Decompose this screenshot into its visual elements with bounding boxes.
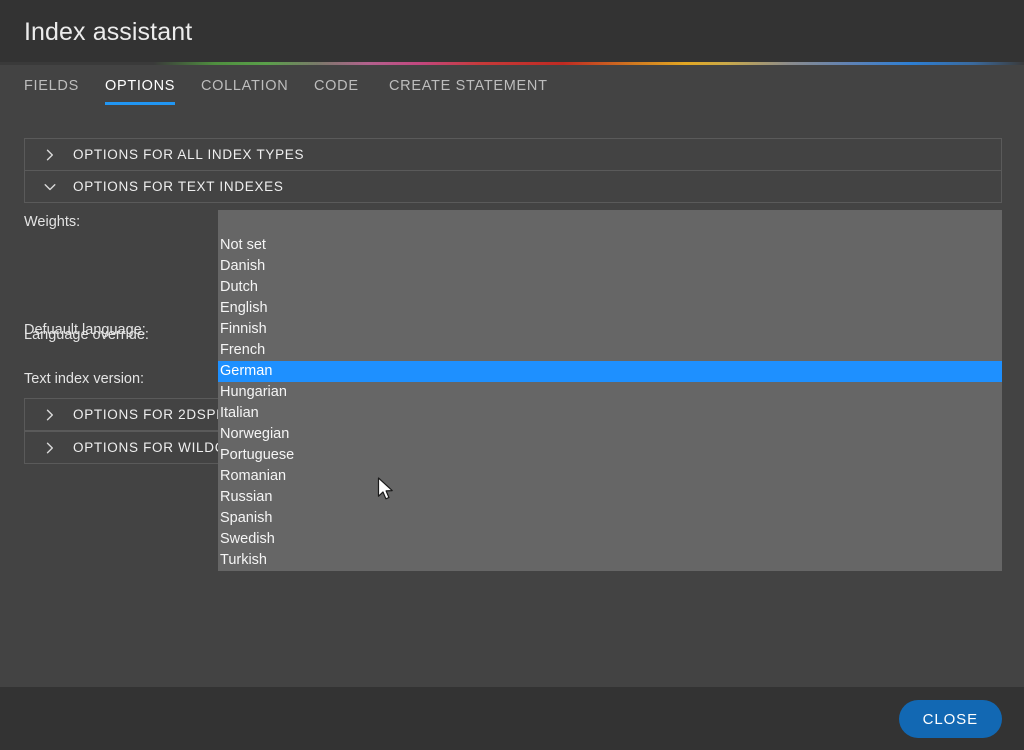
dropdown-option[interactable]: Romanian [218, 466, 1002, 487]
dropdown-option[interactable]: Turkish [218, 550, 1002, 571]
default-language-dropdown-list[interactable]: Not set Danish Dutch English Finnish French Ge… [218, 234, 1002, 571]
tab-create-statement[interactable]: CREATE STATEMENT [389, 78, 548, 105]
accordion-label: OPTIONS FOR TEXT INDEXES [73, 179, 284, 194]
text-index-version-label: Text index version: [24, 371, 145, 387]
dialog-footer: CLOSE [0, 687, 1024, 750]
dropdown-option[interactable]: Norwegian [218, 424, 1002, 445]
chevron-right-icon [43, 441, 57, 455]
tab-code[interactable]: CODE [314, 78, 359, 105]
dropdown-option[interactable]: Dutch [218, 277, 1002, 298]
tab-collation[interactable]: COLLATION [201, 78, 288, 105]
chevron-right-icon [43, 408, 57, 422]
accordion-options-for-all-index-types[interactable]: OPTIONS FOR ALL INDEX TYPES [24, 138, 1002, 171]
tab-active-indicator [105, 102, 176, 105]
tab-options[interactable]: OPTIONS [105, 78, 176, 105]
tab-label: CODE [314, 78, 359, 94]
accordion-label: OPTIONS FOR ALL INDEX TYPES [73, 147, 305, 162]
dropdown-option[interactable]: English [218, 298, 1002, 319]
index-assistant-dialog: Index assistant FIELDS OPTIONS COLLATION… [0, 0, 1024, 750]
tab-label: COLLATION [201, 78, 289, 94]
tab-label: CREATE STATEMENT [389, 78, 548, 94]
tab-fields[interactable]: FIELDS [24, 78, 79, 105]
dialog-header: Index assistant [0, 0, 1024, 63]
dropdown-option[interactable]: Hungarian [218, 382, 1002, 403]
language-override-label: Language override: [24, 327, 149, 343]
dropdown-option[interactable]: Italian [218, 403, 1002, 424]
page-title: Index assistant [24, 18, 193, 46]
chevron-down-icon [43, 180, 57, 194]
tab-label: OPTIONS [105, 78, 176, 94]
dropdown-option[interactable]: Finnish [218, 319, 1002, 340]
tab-bar: FIELDS OPTIONS COLLATION CODE CREATE STA… [0, 65, 1024, 109]
close-button[interactable]: CLOSE [898, 700, 1002, 738]
dropdown-option[interactable]: French [218, 340, 1002, 361]
dropdown-option[interactable]: Spanish [218, 508, 1002, 529]
dropdown-option[interactable]: Russian [218, 487, 1002, 508]
tab-label: FIELDS [24, 78, 79, 94]
dropdown-option[interactable]: Portuguese [218, 445, 1002, 466]
dropdown-option[interactable]: German [218, 361, 1002, 382]
weights-label: Weights: [24, 214, 81, 230]
dropdown-option[interactable]: Swedish [218, 529, 1002, 550]
chevron-right-icon [43, 148, 57, 162]
dropdown-option[interactable]: Not set [218, 235, 1002, 256]
dropdown-option[interactable]: Danish [218, 256, 1002, 277]
accordion-options-for-text-indexes[interactable]: OPTIONS FOR TEXT INDEXES [24, 170, 1002, 203]
